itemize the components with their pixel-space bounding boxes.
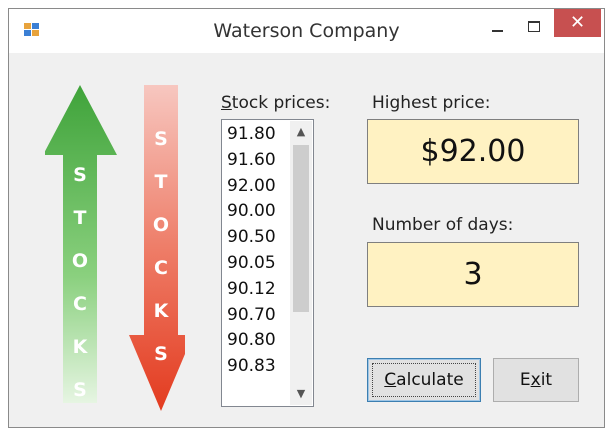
- maximize-icon: [528, 21, 540, 32]
- form-body: STOCKS STOCKS Stock prices: 91.80 91.60 92…: [9, 53, 604, 427]
- list-item[interactable]: 91.80: [222, 122, 288, 148]
- close-icon: ✕: [569, 12, 586, 33]
- number-of-days-label: Number of days:: [372, 215, 514, 235]
- list-item[interactable]: 90.12: [222, 277, 288, 303]
- chevron-down-icon[interactable]: ▼: [290, 383, 312, 405]
- stock-arrows-image: STOCKS STOCKS: [45, 85, 185, 411]
- list-item[interactable]: 90.80: [222, 328, 288, 354]
- arrow-letter: S: [154, 343, 168, 365]
- focus-rectangle: [372, 363, 476, 397]
- list-item[interactable]: 90.05: [222, 251, 288, 277]
- exit-button[interactable]: Exit: [493, 358, 579, 402]
- calculate-button[interactable]: Calculate: [367, 358, 481, 402]
- chevron-up-icon[interactable]: ▲: [290, 121, 312, 143]
- arrow-letter: S: [73, 379, 87, 401]
- arrow-letter: S: [73, 164, 87, 186]
- arrow-letter: T: [74, 207, 87, 229]
- number-of-days-output: 3: [367, 242, 579, 307]
- scrollbar-thumb[interactable]: [293, 145, 309, 312]
- title-bar: Waterson Company ✕: [9, 9, 604, 53]
- highest-price-label: Highest price:: [372, 93, 491, 113]
- list-item[interactable]: 90.83: [222, 354, 288, 380]
- list-item[interactable]: 92.00: [222, 174, 288, 200]
- maximize-button[interactable]: [517, 13, 551, 43]
- arrow-letter: C: [154, 257, 168, 279]
- arrow-letter: O: [153, 214, 169, 236]
- arrow-letter: S: [154, 128, 168, 150]
- arrow-letter: C: [73, 293, 87, 315]
- list-item[interactable]: 91.60: [222, 148, 288, 174]
- close-button[interactable]: ✕: [554, 9, 601, 37]
- list-item[interactable]: 90.70: [222, 303, 288, 329]
- list-item[interactable]: 90.00: [222, 199, 288, 225]
- arrow-letter: K: [154, 300, 170, 322]
- minimize-button[interactable]: [481, 13, 515, 43]
- highest-price-output: $92.00: [367, 119, 579, 184]
- stock-prices-label: Stock prices:: [221, 93, 331, 113]
- list-item[interactable]: 90.50: [222, 225, 288, 251]
- app-window: Waterson Company ✕ S T O C K S S T O C K…: [8, 8, 605, 428]
- stock-prices-listbox[interactable]: 91.80 91.60 92.00 90.00 90.50 90.05 90.12 90.70…: [221, 119, 314, 407]
- arrow-letter: O: [72, 250, 88, 272]
- listbox-scrollbar[interactable]: ▲ ▼: [290, 121, 312, 405]
- arrow-letter: T: [155, 171, 168, 193]
- arrow-letter: K: [73, 336, 89, 358]
- minimize-icon: [492, 30, 503, 32]
